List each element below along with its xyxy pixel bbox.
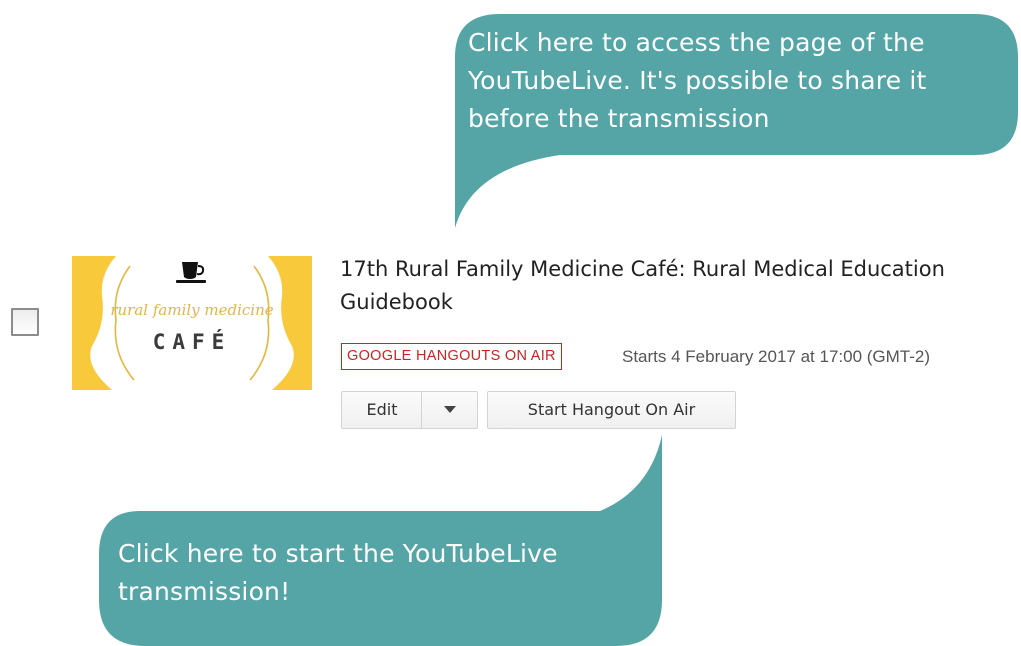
- thumbnail-right-flourish: [249, 265, 270, 381]
- thumbnail-right-panel: [268, 256, 312, 390]
- thumbnail-left-panel: [72, 256, 116, 390]
- select-checkbox[interactable]: [11, 308, 39, 336]
- video-thumbnail[interactable]: rural family medicine CAFÉ: [72, 256, 312, 390]
- edit-options-dropdown-button[interactable]: [421, 391, 478, 429]
- thumbnail-left-flourish: [114, 265, 135, 381]
- chevron-down-icon: [443, 405, 456, 413]
- edit-button[interactable]: Edit: [341, 391, 422, 429]
- callout-top-text: Click here to access the page of the You…: [468, 28, 927, 133]
- callout-bottom-text: Click here to start the YouTubeLive tran…: [118, 539, 558, 606]
- coffee-cup-icon: [176, 262, 206, 283]
- thumbnail-art: [72, 256, 312, 390]
- video-title-link[interactable]: 17th Rural Family Medicine Café: Rural M…: [340, 253, 1010, 319]
- thumbnail-cafe-text: CAFÉ: [152, 330, 232, 354]
- broadcast-type-badge: GOOGLE HANGOUTS ON AIR: [341, 343, 562, 370]
- thumbnail-script-text: rural family medicine: [110, 301, 274, 319]
- start-hangout-on-air-button[interactable]: Start Hangout On Air: [487, 391, 736, 429]
- start-time-text: Starts 4 February 2017 at 17:00 (GMT-2): [622, 347, 931, 366]
